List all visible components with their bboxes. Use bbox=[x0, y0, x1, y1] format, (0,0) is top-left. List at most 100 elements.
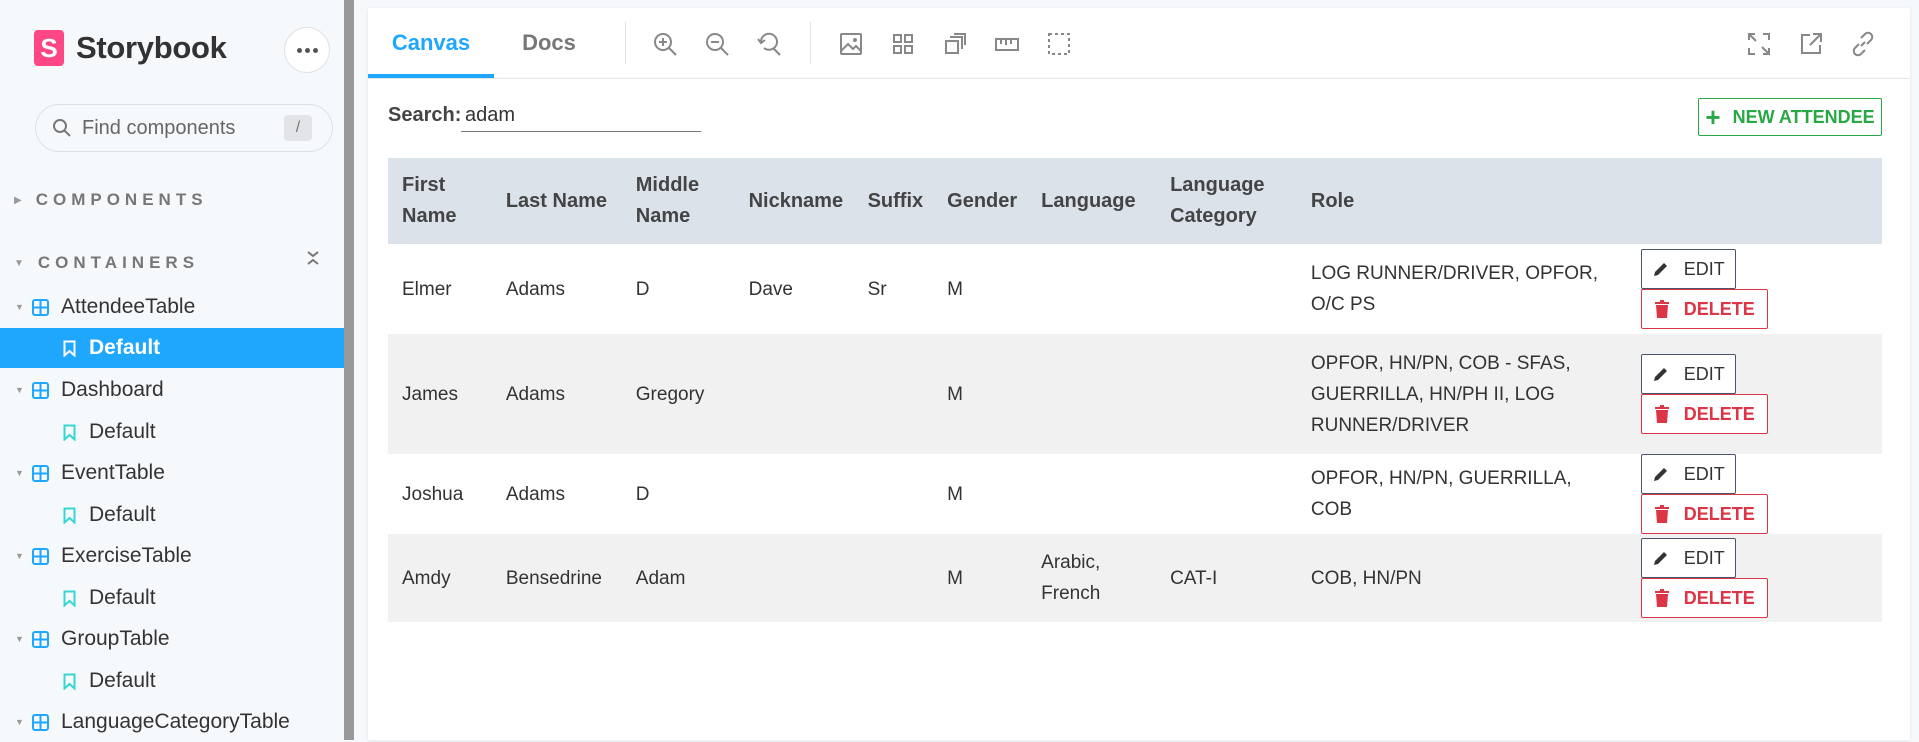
storybook-brand[interactable]: S Storybook bbox=[34, 30, 227, 66]
section-containers[interactable]: ▼ CONTAINERS bbox=[14, 253, 199, 273]
sidebar: S Storybook Find components / ▶ COMPONEN… bbox=[0, 0, 344, 740]
bookmark-icon bbox=[63, 673, 76, 690]
story-label: Default bbox=[89, 420, 156, 443]
edit-button[interactable]: EDIT bbox=[1640, 249, 1736, 289]
ruler-icon[interactable] bbox=[994, 31, 1020, 57]
chevron-down-icon: ▼ bbox=[14, 257, 24, 269]
cell-language: Arabic, French bbox=[1041, 552, 1101, 604]
attendee-search-input[interactable] bbox=[461, 100, 701, 132]
story-label: Default bbox=[89, 503, 156, 526]
sidebar-item-exercisetable[interactable]: ▼ ExerciseTable bbox=[0, 536, 344, 576]
column-header[interactable]: Last Name bbox=[491, 158, 622, 244]
column-header[interactable]: Role bbox=[1296, 158, 1627, 244]
cell-role: LOG RUNNER/DRIVER, OPFOR, O/C PS bbox=[1310, 263, 1599, 315]
tab-docs[interactable]: Docs bbox=[494, 8, 604, 78]
column-header[interactable]: Middle Name bbox=[621, 158, 735, 244]
bookmark-icon bbox=[63, 424, 76, 441]
column-header[interactable]: Nickname bbox=[734, 158, 854, 244]
delete-button[interactable]: DELETE bbox=[1640, 289, 1768, 329]
table-row: Joshua Adams D M OPFOR, HN/PN, GUERRILLA… bbox=[388, 454, 1882, 534]
outline-icon[interactable] bbox=[942, 31, 968, 57]
cell-gender: M bbox=[947, 483, 963, 505]
delete-button[interactable]: DELETE bbox=[1640, 494, 1768, 534]
ellipsis-dot bbox=[304, 47, 310, 53]
section-components[interactable]: ▶ COMPONENTS bbox=[14, 190, 208, 210]
component-icon bbox=[32, 298, 49, 316]
story-attendeetable-default[interactable]: Default bbox=[0, 328, 344, 368]
delete-label: DELETE bbox=[1683, 403, 1755, 424]
story-dashboard-default[interactable]: Default bbox=[0, 412, 344, 452]
chevron-down-icon: ▼ bbox=[15, 717, 24, 727]
pencil-icon bbox=[1653, 368, 1667, 381]
find-components-search[interactable]: Find components / bbox=[35, 104, 333, 152]
background-image-icon[interactable] bbox=[838, 31, 864, 57]
toolbar: Canvas Docs bbox=[368, 8, 1910, 79]
plus-icon: + bbox=[1705, 102, 1721, 132]
table-row: Amdy Bensedrine Adam M Arabic, French CA… bbox=[388, 534, 1882, 622]
toolbar-divider bbox=[810, 22, 811, 64]
cell-language bbox=[1027, 454, 1156, 534]
cell-middle-name: D bbox=[635, 278, 650, 300]
zoom-out-icon[interactable] bbox=[704, 31, 730, 57]
cell-language-category: CAT-I bbox=[1170, 567, 1218, 589]
story-eventtable-default[interactable]: Default bbox=[0, 495, 344, 535]
edit-button[interactable]: EDIT bbox=[1640, 354, 1736, 394]
edit-button[interactable]: EDIT bbox=[1640, 538, 1736, 578]
delete-label: DELETE bbox=[1683, 298, 1755, 319]
cell-role: COB, HN/PN bbox=[1310, 567, 1422, 589]
copy-link-icon[interactable] bbox=[1850, 31, 1876, 57]
column-header[interactable]: Language Category bbox=[1156, 158, 1297, 244]
measure-icon[interactable] bbox=[1046, 31, 1072, 57]
story-grouptable-default[interactable]: Default bbox=[0, 661, 344, 701]
sidebar-item-label: EventTable bbox=[61, 461, 165, 484]
cell-gender: M bbox=[947, 383, 963, 405]
more-options-button[interactable] bbox=[284, 27, 330, 73]
search-placeholder: Find components bbox=[82, 116, 236, 139]
open-new-tab-icon[interactable] bbox=[1798, 31, 1824, 57]
story-label: Default bbox=[89, 669, 156, 692]
column-header[interactable]: Gender bbox=[933, 158, 1028, 244]
cell-role: OPFOR, HN/PN, GUERRILLA, COB bbox=[1310, 468, 1572, 520]
column-header[interactable]: First Name bbox=[388, 158, 492, 244]
column-header[interactable]: Suffix bbox=[853, 158, 934, 244]
cell-suffix: Sr bbox=[867, 278, 887, 300]
sidebar-item-eventtable[interactable]: ▼ EventTable bbox=[0, 453, 344, 493]
cell-suffix bbox=[854, 454, 934, 534]
cell-actions: EDIT DELETE bbox=[1627, 244, 1882, 334]
cell-language-category bbox=[1156, 244, 1297, 334]
reset-zoom-icon[interactable] bbox=[756, 31, 782, 57]
sidebar-item-attendeetable[interactable]: ▼ AttendeeTable bbox=[0, 287, 344, 327]
sidebar-item-grouptable[interactable]: ▼ GroupTable bbox=[0, 619, 344, 659]
sidebar-item-label: Dashboard bbox=[61, 378, 164, 401]
cell-first-name: Joshua bbox=[402, 483, 464, 505]
delete-button[interactable]: DELETE bbox=[1640, 394, 1768, 434]
search-label: Search: bbox=[388, 104, 462, 126]
sidebar-item-dashboard[interactable]: ▼ Dashboard bbox=[0, 370, 344, 410]
component-icon bbox=[32, 464, 49, 482]
grid-icon[interactable] bbox=[890, 31, 916, 57]
cell-gender: M bbox=[947, 278, 963, 300]
cell-first-name: James bbox=[402, 383, 458, 405]
column-header[interactable]: Language bbox=[1027, 158, 1157, 244]
trash-icon bbox=[1654, 405, 1669, 423]
edit-button[interactable]: EDIT bbox=[1640, 454, 1736, 494]
new-attendee-button[interactable]: + NEW ATTENDEE bbox=[1698, 98, 1882, 136]
sidebar-item-label: GroupTable bbox=[61, 627, 170, 650]
tab-canvas[interactable]: Canvas bbox=[368, 8, 494, 78]
zoom-in-icon[interactable] bbox=[652, 31, 678, 57]
delete-button[interactable]: DELETE bbox=[1640, 578, 1768, 618]
component-icon bbox=[32, 547, 49, 565]
edit-label: EDIT bbox=[1683, 463, 1725, 484]
cell-last-name: Bensedrine bbox=[505, 567, 602, 589]
story-exercisetable-default[interactable]: Default bbox=[0, 578, 344, 618]
storybook-logo-icon: S bbox=[34, 30, 64, 66]
chevron-right-icon: ▶ bbox=[14, 194, 22, 206]
cell-middle-name: D bbox=[635, 483, 650, 505]
collapse-all-icon[interactable] bbox=[306, 250, 320, 271]
ellipsis-dot bbox=[312, 47, 318, 53]
fullscreen-icon[interactable] bbox=[1746, 31, 1772, 57]
pencil-icon bbox=[1653, 468, 1667, 481]
sidebar-item-languagecategorytable[interactable]: ▼ LanguageCategoryTable bbox=[0, 702, 344, 742]
chevron-down-icon: ▼ bbox=[15, 551, 24, 561]
sidebar-resize-handle[interactable] bbox=[344, 0, 354, 740]
